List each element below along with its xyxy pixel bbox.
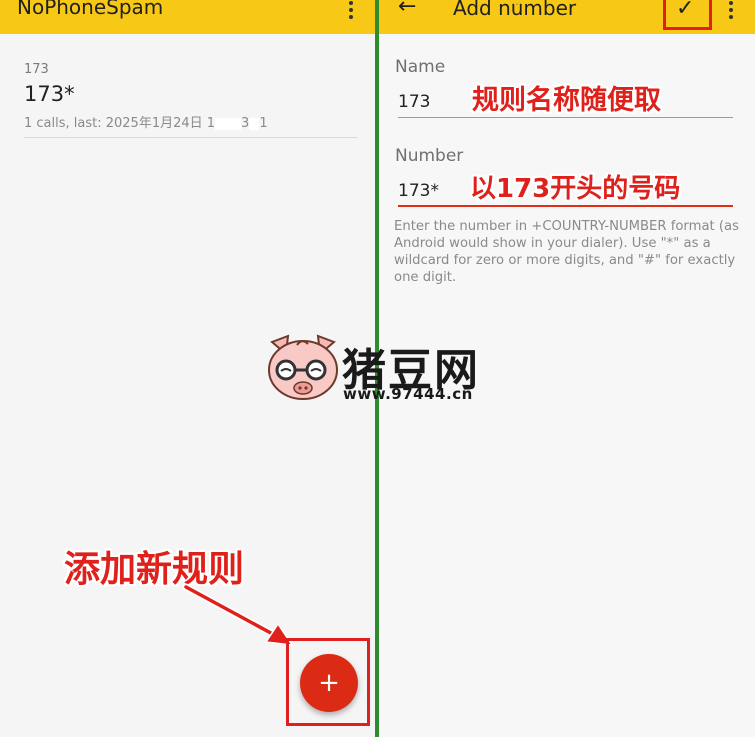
confirm-highlight-box	[663, 0, 712, 30]
rule-label: 173	[24, 62, 49, 77]
overflow-menu-icon[interactable]	[729, 1, 733, 22]
number-field[interactable]: 173*	[398, 181, 439, 201]
annotation-name-hint: 规则名称随便取	[472, 85, 661, 116]
rule-number: 173*	[24, 82, 75, 106]
list-item[interactable]: 173 173* 1 calls, last: 2025年1月24日 131	[24, 62, 358, 138]
number-field-underline	[398, 205, 733, 207]
add-rule-button[interactable]: +	[300, 654, 358, 712]
name-field[interactable]: 173	[398, 92, 430, 112]
annotation-arrow	[182, 583, 294, 646]
number-field-label: Number	[395, 146, 464, 166]
watermark-url: www.97444.cn	[343, 385, 473, 403]
app-title: NoPhoneSpam	[17, 0, 164, 19]
annotation-number-hint: 以173开头的号码	[470, 174, 681, 204]
name-field-label: Name	[395, 57, 446, 77]
help-text: Enter the number in +COUNTRY-NUMBER form…	[394, 219, 739, 285]
back-arrow-icon[interactable]: ←	[398, 0, 416, 19]
add-icon: +	[318, 668, 340, 698]
app-bar: NoPhoneSpam ...	[0, 0, 375, 34]
rule-meta: 1 calls, last: 2025年1月24日 131	[24, 116, 268, 131]
name-field-underline	[398, 117, 733, 118]
overflow-menu-icon[interactable]	[349, 1, 353, 22]
screen-title: Add number	[453, 0, 577, 20]
pig-logo-icon	[268, 334, 338, 400]
app-bar-ghost-text: ...	[150, 0, 162, 8]
